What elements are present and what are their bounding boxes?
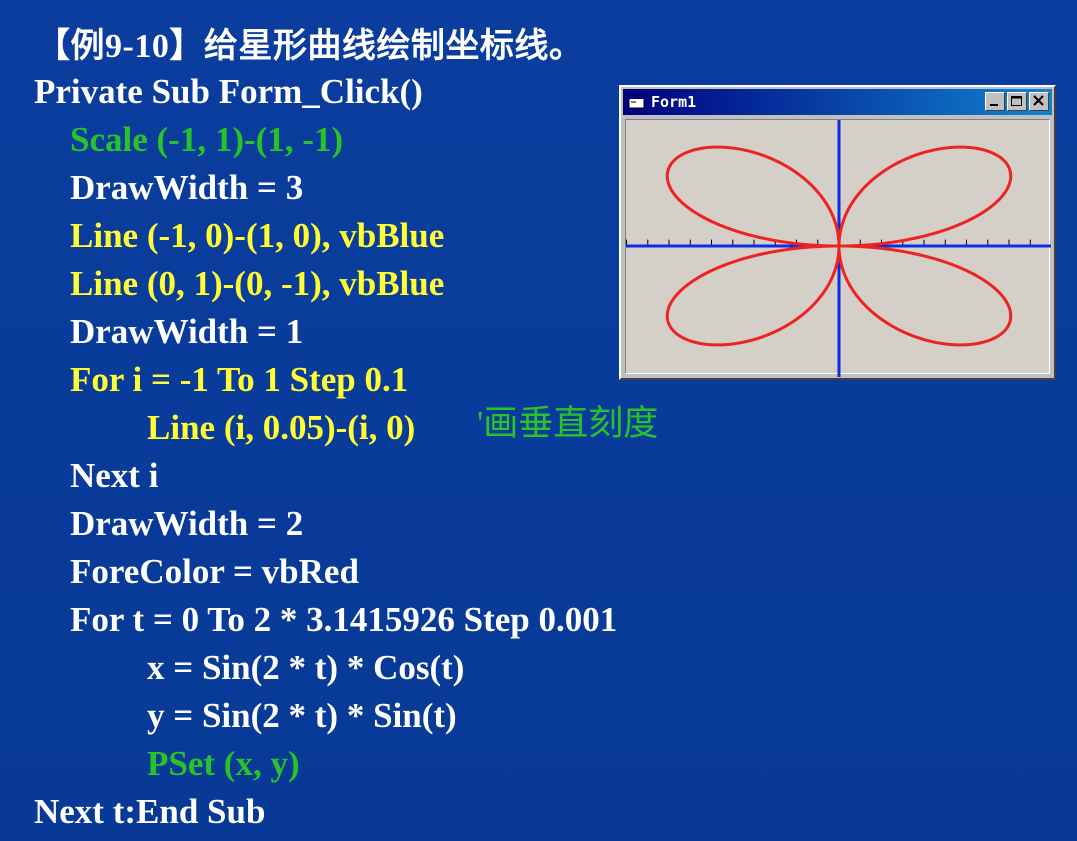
code-line-9: Next i <box>70 456 159 495</box>
code-line-7: For i = -1 To 1 Step 0.1 <box>70 360 409 399</box>
maximize-button[interactable] <box>1007 92 1027 111</box>
code-line-14: y = Sin(2 * t) * Sin(t) <box>147 696 457 735</box>
form-title: Form1 <box>651 93 697 111</box>
code-line-15: PSet (x, y) <box>147 744 300 783</box>
close-icon <box>1033 95 1044 106</box>
code-line-5: Line (0, 1)-(0, -1), vbBlue <box>70 264 445 303</box>
slide: 【例9-10】给星形曲线绘制坐标线。 Private Sub Form_Clic… <box>0 0 1077 841</box>
code-line-4: Line (-1, 0)-(1, 0), vbBlue <box>70 216 445 255</box>
slide-title: 【例9-10】给星形曲线绘制坐标线。 <box>36 28 584 65</box>
code-line-1: Private Sub Form_Click() <box>34 72 423 111</box>
code-line-11: ForeColor = vbRed <box>70 552 359 591</box>
code-line-3: DrawWidth = 3 <box>70 168 304 207</box>
code-line-6: DrawWidth = 1 <box>70 312 304 351</box>
code-comment: '画垂直刻度 <box>477 404 659 443</box>
form-client-area[interactable] <box>625 119 1051 377</box>
minimize-icon <box>990 104 998 106</box>
code-line-16: Next t:End Sub <box>34 792 266 831</box>
maximize-icon <box>1011 96 1022 106</box>
minimize-button[interactable] <box>985 92 1005 111</box>
caption-buttons <box>983 92 1049 111</box>
code-line-8: Line (i, 0.05)-(i, 0) <box>147 408 416 447</box>
close-button[interactable] <box>1029 92 1049 111</box>
code-line-12: For t = 0 To 2 * 3.1415926 Step 0.001 <box>70 600 618 639</box>
code-line-13: x = Sin(2 * t) * Cos(t) <box>147 648 465 687</box>
curve-plot <box>626 120 1051 377</box>
code-line-2: Scale (-1, 1)-(1, -1) <box>70 120 344 159</box>
form-app-icon[interactable] <box>628 94 646 110</box>
code-line-10: DrawWidth = 2 <box>70 504 304 543</box>
form-window: Form1 <box>619 85 1056 380</box>
form-titlebar[interactable]: Form1 <box>623 89 1052 115</box>
